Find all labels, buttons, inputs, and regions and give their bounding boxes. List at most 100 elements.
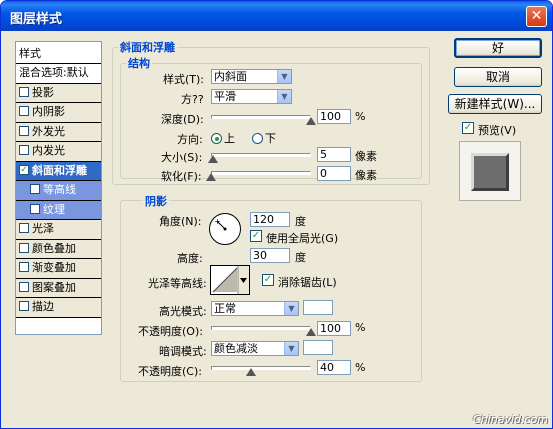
gradient-overlay-checkbox[interactable]: [19, 262, 29, 272]
list-item-blending-options[interactable]: 混合选项:默认: [16, 64, 101, 84]
style-select[interactable]: 内斜面 ▼: [211, 69, 292, 84]
altitude-label: 高度:: [177, 252, 203, 265]
size-slider[interactable]: [211, 153, 311, 157]
list-item-label: 光泽: [32, 222, 54, 235]
direction-down-radio[interactable]: [252, 132, 263, 144]
gloss-contour-picker[interactable]: [210, 265, 250, 295]
angle-unit: 度: [295, 215, 306, 228]
technique-label: 方??: [181, 93, 204, 106]
stroke-checkbox[interactable]: [19, 301, 29, 311]
direction-label: 方向:: [177, 133, 203, 146]
check-icon: ✓: [20, 164, 28, 175]
new-style-button[interactable]: 新建样式(W)...: [448, 94, 542, 114]
list-item-contour[interactable]: 等高线: [16, 181, 101, 201]
check-icon: ✓: [463, 122, 473, 133]
list-item-label: 图案叠加: [32, 280, 76, 294]
shadow-mode-select[interactable]: 颜色减淡 ▼: [211, 341, 299, 356]
list-item-label: 内发光: [32, 144, 65, 157]
depth-slider[interactable]: [211, 115, 311, 119]
check-icon: ✓: [263, 274, 273, 285]
list-item-label: 纹理: [43, 202, 65, 216]
list-item-bevel-emboss[interactable]: ✓ 斜面和浮雕: [16, 161, 101, 181]
angle-field[interactable]: 120: [250, 212, 290, 227]
check-icon: ✓: [251, 230, 261, 241]
soften-slider-thumb[interactable]: [206, 173, 216, 181]
antialias-label: 消除锯齿(L): [278, 276, 337, 289]
technique-select[interactable]: 平滑 ▼: [211, 89, 292, 104]
bevel-emboss-checkbox[interactable]: ✓: [19, 164, 29, 175]
list-item-gradient-overlay[interactable]: 渐变叠加: [16, 259, 101, 279]
direction-down-label: 下: [265, 132, 276, 145]
list-item-texture[interactable]: 纹理: [16, 200, 101, 220]
shadow-color-swatch[interactable]: [303, 340, 333, 355]
soften-label: 软化(F):: [161, 170, 202, 183]
shadow-opacity-field[interactable]: 40: [317, 360, 351, 375]
list-item-label: 描边: [32, 300, 54, 313]
direction-up-radio[interactable]: [211, 132, 222, 144]
ok-button[interactable]: 好: [454, 38, 542, 58]
layer-style-dialog: 图层样式 ✕ 样式 混合选项:默认 投影 内阴影 外发光 内发光 ✓ 斜面和浮雕 …: [0, 0, 553, 429]
shadow-opacity-slider[interactable]: [211, 366, 311, 370]
size-unit: 像素: [355, 150, 377, 163]
altitude-field[interactable]: 30: [250, 248, 290, 263]
bevel-emboss-title: 斜面和浮雕: [118, 39, 177, 55]
shadow-opacity-unit: %: [355, 361, 366, 374]
chevron-down-icon: ▼: [277, 70, 291, 83]
shadow-opacity-label: 不透明度(C):: [138, 365, 202, 378]
shadow-mode-label: 暗调模式:: [159, 345, 207, 358]
cancel-button[interactable]: 取消: [454, 67, 542, 87]
preview-swatch: [471, 153, 509, 191]
highlight-opacity-field[interactable]: 100: [317, 321, 351, 336]
size-label: 大小(S):: [161, 151, 203, 164]
list-item-pattern-overlay[interactable]: 图案叠加: [16, 278, 101, 298]
global-light-checkbox[interactable]: ✓: [250, 230, 262, 242]
contour-checkbox[interactable]: [30, 184, 40, 194]
texture-checkbox[interactable]: [30, 203, 40, 214]
highlight-opacity-slider[interactable]: [211, 326, 311, 330]
size-field[interactable]: 5: [317, 147, 351, 162]
direction-up-option[interactable]: 上: [211, 130, 235, 146]
list-item-stroke[interactable]: 描边: [16, 298, 101, 318]
satin-checkbox[interactable]: [19, 223, 29, 233]
list-item-outer-glow[interactable]: 外发光: [16, 122, 101, 142]
chevron-down-icon: ▼: [284, 302, 298, 315]
list-item-drop-shadow[interactable]: 投影: [16, 83, 101, 103]
highlight-mode-select[interactable]: 正常 ▼: [211, 301, 299, 316]
technique-select-value: 平滑: [214, 90, 236, 103]
direction-down-option[interactable]: 下: [252, 130, 276, 146]
size-slider-thumb[interactable]: [208, 155, 218, 163]
svg-text:+: +: [214, 217, 221, 226]
drop-shadow-checkbox[interactable]: [19, 86, 29, 97]
list-item-satin[interactable]: 光泽: [16, 220, 101, 240]
depth-field[interactable]: 100: [317, 109, 351, 124]
inner-shadow-checkbox[interactable]: [19, 106, 29, 116]
title-bar[interactable]: 图层样式 ✕: [1, 1, 552, 31]
preview-checkbox[interactable]: ✓: [462, 122, 474, 134]
styles-list-header: 样式: [16, 42, 101, 64]
soften-field[interactable]: 0: [317, 166, 351, 181]
antialias-checkbox[interactable]: ✓: [262, 274, 274, 286]
depth-slider-thumb[interactable]: [306, 117, 316, 125]
preview-label: 预览(V): [478, 124, 517, 137]
shadow-opacity-thumb[interactable]: [246, 368, 256, 376]
pattern-overlay-checkbox[interactable]: [19, 281, 29, 292]
inner-glow-checkbox[interactable]: [19, 145, 29, 155]
styles-list: 样式 混合选项:默认 投影 内阴影 外发光 内发光 ✓ 斜面和浮雕 等高线 纹理 …: [15, 41, 102, 335]
altitude-unit: 度: [295, 251, 306, 264]
list-item-inner-glow[interactable]: 内发光: [16, 142, 101, 162]
list-item-label: 内阴影: [32, 105, 65, 118]
highlight-opacity-thumb[interactable]: [306, 328, 316, 336]
angle-dial[interactable]: +: [209, 213, 241, 245]
close-button[interactable]: ✕: [526, 6, 547, 27]
color-overlay-checkbox[interactable]: [19, 242, 29, 253]
style-select-value: 内斜面: [214, 70, 247, 83]
list-item-color-overlay[interactable]: 颜色叠加: [16, 239, 101, 259]
shading-title: 阴影: [143, 193, 169, 209]
highlight-color-swatch[interactable]: [303, 300, 333, 315]
list-item-inner-shadow[interactable]: 内阴影: [16, 103, 101, 123]
preview-thumbnail: [459, 141, 521, 201]
outer-glow-checkbox[interactable]: [19, 125, 29, 136]
list-item-label: 外发光: [32, 124, 65, 138]
chevron-down-icon: ▼: [284, 342, 298, 355]
soften-slider[interactable]: [211, 171, 311, 175]
